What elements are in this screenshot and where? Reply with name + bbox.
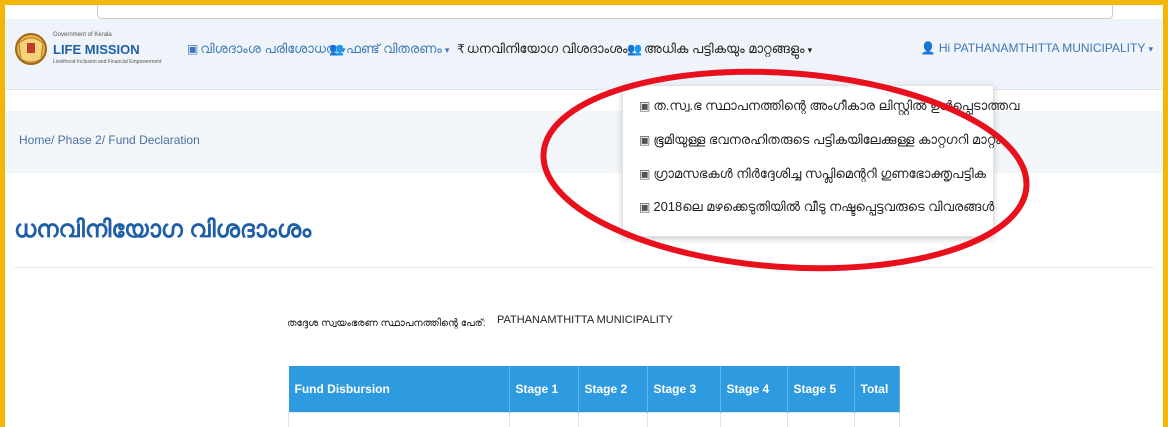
- col-stage-3: Stage 3: [647, 366, 721, 413]
- calendar-icon: ▣: [639, 133, 651, 147]
- col-stage-1: Stage 1: [509, 366, 579, 413]
- logo-title: LIFE MISSION: [53, 42, 140, 57]
- top-strip: [5, 5, 1163, 19]
- table-cell: [646, 412, 721, 427]
- dropdown-item-category-change[interactable]: ▣ ഭൂമിയുള്ള ഭവനരഹിതരുടെ പട്ടികയിലേക്കുള്ള…: [639, 132, 1001, 148]
- chevron-down-icon: ▾: [807, 45, 813, 55]
- col-stage-4: Stage 4: [720, 366, 788, 413]
- table-cell: [853, 412, 900, 427]
- col-fund-disbursion: Fund Disbursion: [288, 366, 510, 413]
- chevron-down-icon: ▾: [444, 45, 450, 55]
- table-cell: [577, 412, 648, 427]
- nav-item-fund-distribution[interactable]: 👥 ഫണ്ട് വിതരണം ▾: [329, 41, 449, 57]
- col-stage-2: Stage 2: [578, 366, 648, 413]
- dropdown-item-not-in-approved-list[interactable]: ▣ ത.സ്വ.ഭ സ്ഥാപനത്തിന്റെ അംഗീകാര ലിസ്റ്റി…: [639, 98, 1019, 114]
- page: Government of Kerala LIFE MISSION Liveli…: [5, 5, 1163, 427]
- life-mission-logo[interactable]: Government of Kerala LIFE MISSION Liveli…: [11, 29, 162, 73]
- table-header-row: Fund Disbursion Stage 1 Stage 2 Stage 3 …: [288, 366, 900, 413]
- table-cell: [288, 412, 510, 427]
- nav-item-additional-list[interactable]: 👥 അധിക പട്ടികയും മാറ്റങ്ങളും ▾: [627, 41, 812, 57]
- calendar-icon: ▣: [639, 200, 651, 214]
- rupee-icon: ₹: [457, 42, 465, 56]
- divider: [14, 267, 1154, 268]
- kerala-emblem-icon: [15, 33, 47, 65]
- col-stage-5: Stage 5: [787, 366, 855, 413]
- chevron-down-icon: ▾: [1148, 44, 1153, 54]
- navbar: Government of Kerala LIFE MISSION Liveli…: [5, 19, 1163, 90]
- table-cell: [508, 412, 579, 427]
- dropdown-item-flood-2018[interactable]: ▣ 2018ലെ മഴക്കെടുതിയിൽ വീടു നഷ്ടപ്പെട്ടവര…: [639, 199, 994, 215]
- fund-table: Fund Disbursion Stage 1 Stage 2 Stage 3 …: [288, 366, 900, 427]
- nav-item-scrutiny[interactable]: ▣ വിശദാംശ പരിശോധന ▾: [187, 41, 346, 57]
- page-title: ധനവിനിയോഗ വിശദാംശം: [14, 216, 312, 243]
- dropdown-item-supplementary-list[interactable]: ▣ ഗ്രാമസഭകൾ നിർദ്ദേശിച്ച സപ്ലിമെന്ററി ഗുണ…: [639, 166, 986, 182]
- nav-item-fund-utilization[interactable]: ₹ ധനവിനിയോഗ വിശദാംശം: [457, 41, 628, 57]
- table-row: [288, 412, 900, 427]
- user-menu[interactable]: 👤 Hi PATHANAMTHITTA MUNICIPALITY ▾: [921, 41, 1153, 55]
- logo-gov-text: Government of Kerala: [53, 32, 112, 38]
- users-icon: 👥: [329, 42, 344, 56]
- col-total: Total: [854, 366, 900, 413]
- calendar-icon: ▣: [187, 42, 199, 56]
- table-cell: [786, 412, 855, 427]
- breadcrumb[interactable]: Home/ Phase 2/ Fund Declaration: [19, 133, 200, 147]
- lsg-name-label: തദ്ദേശ സ്വയംഭരണ സ്ഥാപനത്തിന്റെ പേര്:: [287, 318, 486, 329]
- calendar-icon: ▣: [639, 99, 651, 113]
- logo-subtitle: Livelihood Inclusion and Financial Empow…: [53, 59, 162, 65]
- browser-bar: [97, 5, 1113, 19]
- lsg-name-value: PATHANAMTHITTA MUNICIPALITY: [497, 314, 673, 326]
- users-icon: 👥: [627, 42, 642, 56]
- additional-list-dropdown: ▣ ത.സ്വ.ഭ സ്ഥാപനത്തിന്റെ അംഗീകാര ലിസ്റ്റി…: [622, 85, 1019, 237]
- user-icon: 👤: [920, 41, 936, 55]
- table-cell: [719, 412, 788, 427]
- calendar-icon: ▣: [639, 167, 651, 181]
